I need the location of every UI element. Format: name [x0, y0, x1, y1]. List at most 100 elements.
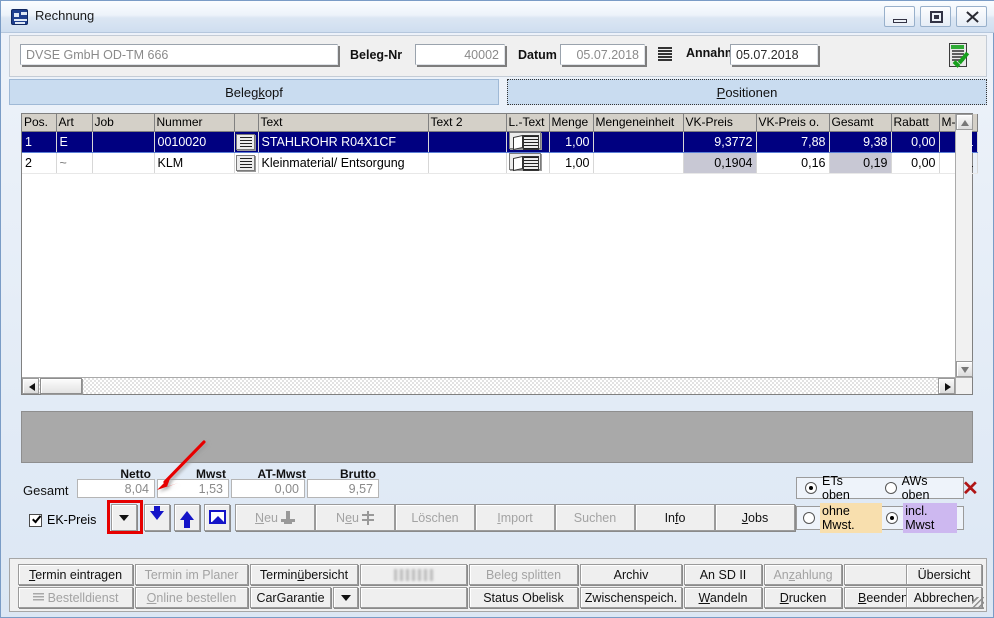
col-mengeneinheit[interactable]: Mengeneinheit	[593, 114, 684, 132]
close-button[interactable]	[956, 6, 987, 27]
scroll-left-button[interactable]	[22, 378, 39, 394]
info-button[interactable]: Info	[635, 504, 715, 531]
app-icon	[11, 9, 28, 25]
cell-rabatt: 0,00	[891, 152, 940, 174]
uebersicht-button[interactable]: Übersicht	[906, 564, 982, 585]
scroll-up-button[interactable]	[956, 114, 973, 130]
an-sd-ii-label: An SD II	[699, 567, 747, 582]
maximize-button[interactable]	[920, 6, 951, 27]
col-vk-preis-o[interactable]: VK-Preis o.	[756, 114, 830, 132]
cargarantie-dropdown-button[interactable]	[333, 587, 358, 608]
checkbox-icon	[29, 513, 42, 527]
suchen-button[interactable]: Suchen	[555, 504, 635, 531]
red-x-icon[interactable]: ✕	[962, 479, 979, 499]
chevron-down-icon	[961, 367, 969, 373]
cargarantie-label: CarGarantie	[256, 590, 325, 605]
jobs-button[interactable]: Jobs	[715, 504, 795, 531]
col-text2[interactable]: Text 2	[428, 114, 507, 132]
termin-eintragen-button[interactable]: Termin eintragen	[18, 564, 133, 585]
radio-ohne-mwst[interactable]: ohne Mwst.	[803, 503, 883, 533]
text-lines-icon[interactable]	[235, 133, 255, 150]
cell-ltext-icon[interactable]	[506, 131, 550, 153]
zwischenspeich-button[interactable]: Zwischenspeich.	[580, 587, 682, 608]
col-job[interactable]: Job	[92, 114, 155, 132]
list-icon[interactable]	[658, 47, 672, 63]
col-nummer[interactable]: Nummer	[154, 114, 235, 132]
scroll-down-button[interactable]	[956, 361, 973, 377]
grid-vertical-scrollbar[interactable]	[955, 114, 973, 377]
move-down-button[interactable]	[144, 504, 170, 531]
text-lines-icon[interactable]	[235, 154, 255, 171]
an-sd-ii-button[interactable]: An SD II	[684, 564, 762, 585]
import-button[interactable]: Import	[475, 504, 555, 531]
resize-grip[interactable]	[972, 597, 984, 609]
horizontal-scroll-thumb[interactable]	[40, 378, 82, 394]
grid-horizontal-scrollbar[interactable]	[22, 377, 955, 394]
scroll-right-button[interactable]	[938, 378, 955, 394]
long-text-icon[interactable]	[508, 131, 541, 150]
blurred-button[interactable]	[360, 564, 467, 585]
maximize-icon	[930, 11, 943, 23]
datum-field[interactable]: 05.07.2018	[560, 44, 645, 65]
table-row[interactable]: 1 E 0010020 STAHLROHR R04X1CF 1,00 9,377…	[22, 131, 978, 153]
cell-menge: 1,00	[549, 131, 594, 153]
bestelldienst-button[interactable]: Bestelldienst	[18, 587, 133, 608]
termin-im-planer-button[interactable]: Termin im Planer	[135, 564, 248, 585]
col-vk-preis[interactable]: VK-Preis	[683, 114, 757, 132]
customer-field[interactable]: DVSE GmbH OD-TM 666	[20, 44, 338, 65]
col-gesamt[interactable]: Gesamt	[829, 114, 892, 132]
tab-belegkopf[interactable]: Belegkopf	[9, 79, 499, 105]
annahme-field[interactable]: 05.07.2018	[730, 44, 818, 65]
cell-job	[92, 131, 155, 153]
netto-field[interactable]: 8,04	[77, 479, 155, 498]
window-controls	[884, 6, 987, 27]
brutto-field[interactable]: 9,57	[307, 479, 379, 498]
move-up-button[interactable]	[174, 504, 200, 531]
minimize-button[interactable]	[884, 6, 915, 27]
drucken-button[interactable]: Drucken	[764, 587, 842, 608]
document-check-icon[interactable]	[946, 43, 972, 71]
tab-positionen-label: Positionen	[716, 84, 778, 100]
online-bestellen-button[interactable]: Online bestellen	[135, 587, 248, 608]
ek-preis-checkbox[interactable]: EK-Preis	[29, 513, 96, 527]
col-art[interactable]: Art	[56, 114, 93, 132]
col-icon[interactable]	[234, 114, 259, 132]
cell-text-icon[interactable]	[234, 131, 259, 153]
mwst-field[interactable]: 1,53	[157, 479, 229, 498]
archiv-label: Archiv	[613, 567, 649, 582]
neu-anchor-button[interactable]: Neu	[235, 504, 315, 531]
scrollbar-corner	[955, 377, 972, 394]
radio-incl-mwst[interactable]: incl. Mwst	[886, 503, 957, 533]
cell-text-icon[interactable]	[234, 152, 259, 174]
archiv-button[interactable]: Archiv	[580, 564, 682, 585]
beleg-splitten-button[interactable]: Beleg splitten	[469, 564, 578, 585]
radio-aws-oben[interactable]: AWs oben	[884, 474, 955, 502]
radio-ets-oben-label: ETs oben	[822, 474, 850, 502]
image-button[interactable]	[204, 504, 230, 531]
long-text-icon[interactable]	[508, 152, 541, 171]
terminuebersicht-button[interactable]: Terminübersicht	[250, 564, 358, 585]
cargarantie-button[interactable]: CarGarantie	[250, 587, 331, 608]
at-mwst-field[interactable]: 0,00	[231, 479, 305, 498]
beleg-nr-field[interactable]: 40002	[415, 44, 505, 65]
empty-button-2[interactable]	[360, 587, 467, 608]
status-obelisk-button[interactable]: Status Obelisk	[469, 587, 578, 608]
col-rabatt[interactable]: Rabatt	[891, 114, 940, 132]
abbrechen-button[interactable]: Abbrechen	[906, 587, 982, 608]
cell-ltext-icon[interactable]	[506, 152, 550, 174]
col-text[interactable]: Text	[258, 114, 429, 132]
wandeln-button[interactable]: Wandeln	[684, 587, 762, 608]
table-row[interactable]: 2 ~ KLM Kleinmaterial/ Entsorgung 1,00 0…	[22, 152, 978, 174]
col-ltext[interactable]: L.-Text	[506, 114, 550, 132]
chevron-down-icon	[340, 594, 351, 601]
anzahlung-button[interactable]: Anzahlung	[764, 564, 842, 585]
abbrechen-label: Abbrechen	[913, 590, 975, 605]
tab-positionen[interactable]: Positionen	[507, 79, 987, 105]
radio-ets-oben[interactable]: ETs oben	[805, 474, 871, 502]
col-menge[interactable]: Menge	[549, 114, 594, 132]
cell-gesamt: 0,19	[829, 152, 892, 174]
radio-aws-oben-label: AWs oben	[901, 474, 930, 502]
neu-asterisk-button[interactable]: Neu	[315, 504, 395, 531]
loeschen-button[interactable]: Löschen	[395, 504, 475, 531]
col-pos[interactable]: Pos.	[22, 114, 57, 132]
